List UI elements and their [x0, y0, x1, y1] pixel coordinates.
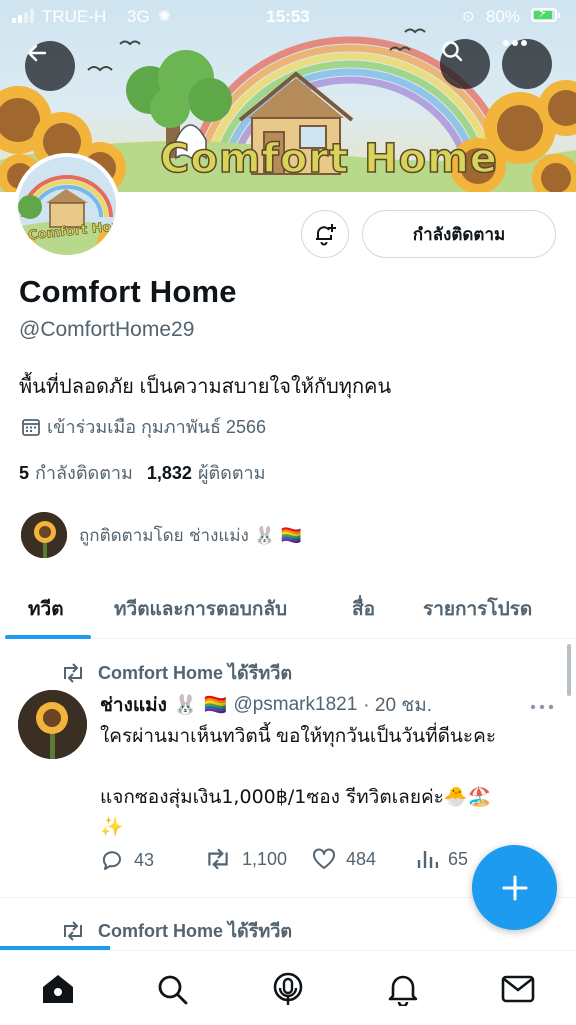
reply-count: 43: [134, 849, 155, 870]
notifications-icon: [388, 975, 418, 1006]
reply-button[interactable]: 43: [100, 848, 154, 872]
tweet-body[interactable]: ใครผ่านมาเห็นทวิตนี้ ขอให้ทุกวันเป็นวันท…: [100, 722, 560, 842]
tab-media[interactable]: สื่อ: [352, 594, 375, 624]
views-icon: [417, 851, 438, 868]
join-date: เข้าร่วมเมือ กุมภาพันธ์ 2566: [21, 412, 266, 441]
battery-percent: 80%: [486, 7, 521, 26]
nav-spaces[interactable]: [268, 969, 308, 1009]
like-count: 484: [346, 848, 377, 869]
arrow-left-icon: [27, 44, 47, 62]
sunflower-photo: [21, 512, 67, 558]
following-button[interactable]: กำลังติดตาม: [362, 210, 556, 258]
views-button[interactable]: 65: [416, 848, 468, 870]
following-label: กำลังติดตาม: [35, 463, 133, 483]
tweet-line: ✨: [100, 816, 124, 838]
tweet-more-button[interactable]: [530, 690, 554, 716]
messages-icon: [501, 975, 535, 1003]
retweet-context[interactable]: Comfort Home ได้รีทวีต: [60, 916, 292, 945]
view-count: 65: [448, 848, 469, 869]
tweet-line: แจกซองสุ่มเงิน1,000฿/1ซอง รีทวิตเลยค่ะ🐣🏖…: [100, 786, 492, 808]
spaces-icon: [273, 972, 303, 1005]
followed-by[interactable]: ถูกติดตามโดย ช่างแม่ง 🐰 🏳️‍🌈: [21, 512, 302, 558]
banner-title: Comfort Home: [159, 135, 498, 183]
tweet-timestamp[interactable]: · 20 ชม.: [363, 690, 432, 720]
profile-bio: พื้นที่ปลอดภัย เป็นความสบายใจให้กับทุกคน: [19, 376, 392, 398]
follow-counts: 5 กำลังติดตาม 1,832 ผู้ติดตาม: [19, 458, 266, 487]
scrollbar[interactable]: [567, 644, 571, 696]
nav-home[interactable]: [38, 969, 78, 1009]
bottom-navigation: [0, 950, 576, 1025]
profile-tabs: ทวีต ทวีตและการตอบกลับ สื่อ รายการโปรด: [0, 582, 576, 639]
more-options-button[interactable]: [502, 39, 552, 89]
retweet-icon: [64, 920, 82, 941]
tweet-author-avatar[interactable]: [18, 690, 87, 759]
follower-avatar: [21, 512, 67, 558]
nav-messages[interactable]: [498, 969, 538, 1009]
retweet-count: 1,100: [242, 848, 288, 869]
followers-label: ผู้ติดตาม: [197, 463, 266, 483]
following-link[interactable]: 5 กำลังติดตาม: [19, 458, 133, 487]
tab-tweets[interactable]: ทวีต: [28, 594, 64, 624]
tweet-header: ช่างแม่ง 🐰 🏳️‍🌈 @psmark1821 · 20 ชม.: [100, 690, 432, 720]
retweet-context-text: Comfort Home ได้รีทวีต: [98, 663, 293, 683]
more-icon: [503, 40, 527, 46]
tab-tweets-and-replies[interactable]: ทวีตและการตอบกลับ: [114, 594, 287, 624]
profile-avatar[interactable]: Comfort Home: [14, 153, 120, 259]
tweet-author-handle[interactable]: @psmark1821: [233, 694, 357, 716]
status-bar: TRUE-H 3G ✺ 15:53 ⊙ 80% ⚡: [0, 0, 576, 34]
charging-icon: ⚡: [538, 5, 548, 20]
heart-icon: [313, 848, 335, 869]
rotation-lock-icon: ⊙: [462, 8, 475, 25]
retweet-icon: [64, 662, 82, 683]
tweet-author-name[interactable]: ช่างแม่ง 🐰 🏳️‍🌈: [100, 690, 227, 720]
followers-count: 1,832: [146, 463, 192, 483]
search-button[interactable]: [440, 39, 490, 89]
like-button[interactable]: 484: [312, 848, 376, 870]
active-tab-indicator: [5, 635, 91, 639]
reply-icon: [102, 851, 121, 870]
bell-plus-icon: [316, 224, 336, 246]
retweet-icon: [208, 848, 228, 870]
followers-link[interactable]: 1,832 ผู้ติดตาม: [147, 458, 266, 487]
tweet-line: ใครผ่านมาเห็นทวิตนี้ ขอให้ทุกวันเป็นวันท…: [100, 726, 497, 747]
display-name: Comfort Home: [19, 274, 237, 309]
calendar-icon: [22, 418, 40, 436]
home-icon: [43, 975, 73, 1003]
tab-likes[interactable]: รายการโปรด: [423, 594, 532, 624]
search-icon: [442, 41, 463, 62]
compose-tweet-button[interactable]: [472, 845, 557, 930]
profile-handle: @ComfortHome29: [19, 318, 195, 341]
join-date-text: เข้าร่วมเมือ กุมภาพันธ์ 2566: [47, 417, 266, 437]
retweet-context-text: Comfort Home ได้รีทวีต: [98, 921, 293, 941]
followed-by-text: ถูกติดตามโดย ช่างแม่ง 🐰 🏳️‍🌈: [79, 525, 302, 546]
retweet-context[interactable]: Comfort Home ได้รีทวีต: [60, 658, 292, 687]
sunflower-photo: [18, 690, 87, 759]
notifications-toggle-button[interactable]: [301, 210, 349, 258]
nav-search[interactable]: [152, 969, 192, 1009]
retweet-button[interactable]: 1,100: [204, 848, 287, 870]
plus-icon: [502, 875, 527, 900]
nav-notifications[interactable]: [383, 969, 423, 1009]
following-count: 5: [19, 463, 30, 483]
search-icon: [158, 975, 188, 1005]
more-icon: [530, 704, 554, 710]
back-button[interactable]: [25, 41, 75, 91]
